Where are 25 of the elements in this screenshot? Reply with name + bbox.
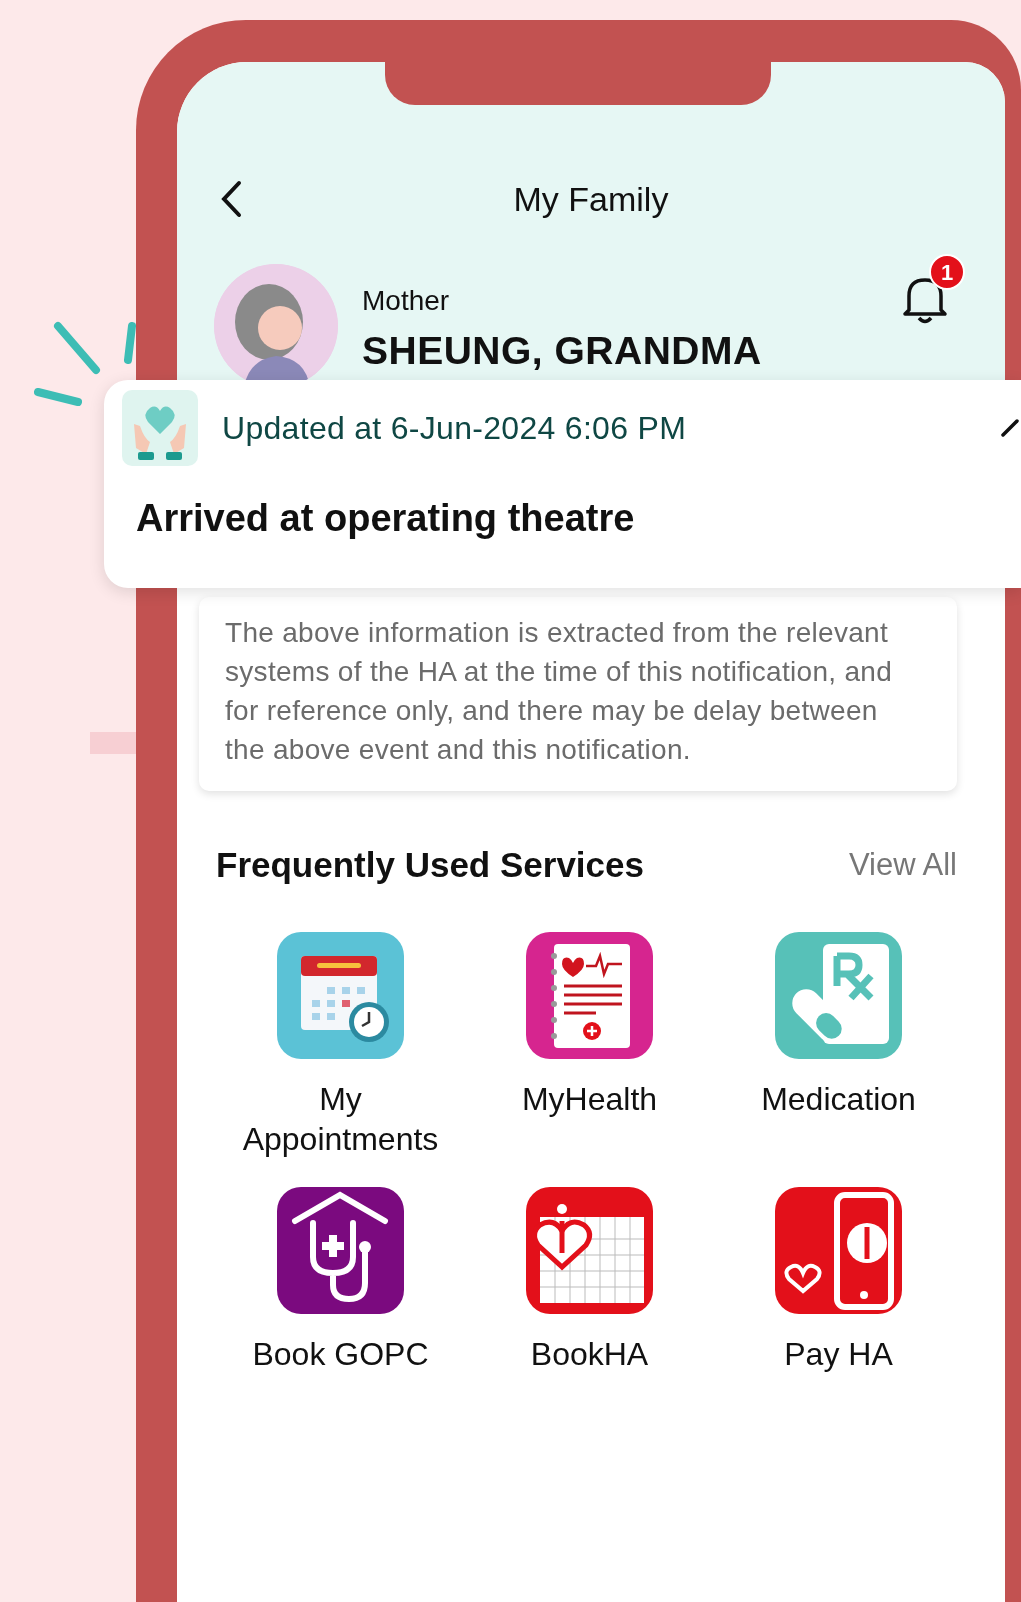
section-title: Frequently Used Services: [216, 844, 644, 886]
back-icon[interactable]: [219, 180, 243, 218]
service-tile[interactable]: My Appointments: [216, 931, 465, 1159]
status-text: Arrived at operating theatre: [136, 496, 636, 541]
heart-calendar-icon: [526, 1186, 653, 1314]
decorative-bar: [90, 732, 136, 754]
disclaimer-text: The above information is extracted from the relevant systems of the HA at the time of this notification, and for reference only, and there may be delay between the above event and this notification.: [225, 616, 894, 767]
phone-payment-icon: [775, 1186, 902, 1314]
view-all-link[interactable]: View All: [849, 842, 957, 889]
collapse-chevron-icon[interactable]: [1001, 417, 1021, 439]
notification-count: 1: [929, 254, 965, 290]
page-title: My Family: [513, 182, 669, 216]
house-stethoscope-icon: [277, 1186, 404, 1314]
service-tile[interactable]: BookHA: [465, 1186, 714, 1374]
caring-hands-icon: [122, 390, 198, 466]
member-name: SHEUNG, GRANDMA: [362, 329, 763, 373]
health-notebook-icon: [526, 931, 653, 1059]
service-tile[interactable]: Pay HA: [714, 1186, 963, 1374]
calendar-clock-icon: [277, 931, 404, 1059]
relation-label: Mother: [362, 283, 451, 318]
update-time: Updated at 6-Jun-2024 6:06 PM: [222, 409, 688, 448]
prescription-pill-icon: [775, 931, 902, 1059]
service-tile[interactable]: Book GOPC: [216, 1186, 465, 1374]
service-tile[interactable]: MyHealth: [465, 931, 714, 1159]
service-tile[interactable]: Medication: [714, 931, 963, 1159]
